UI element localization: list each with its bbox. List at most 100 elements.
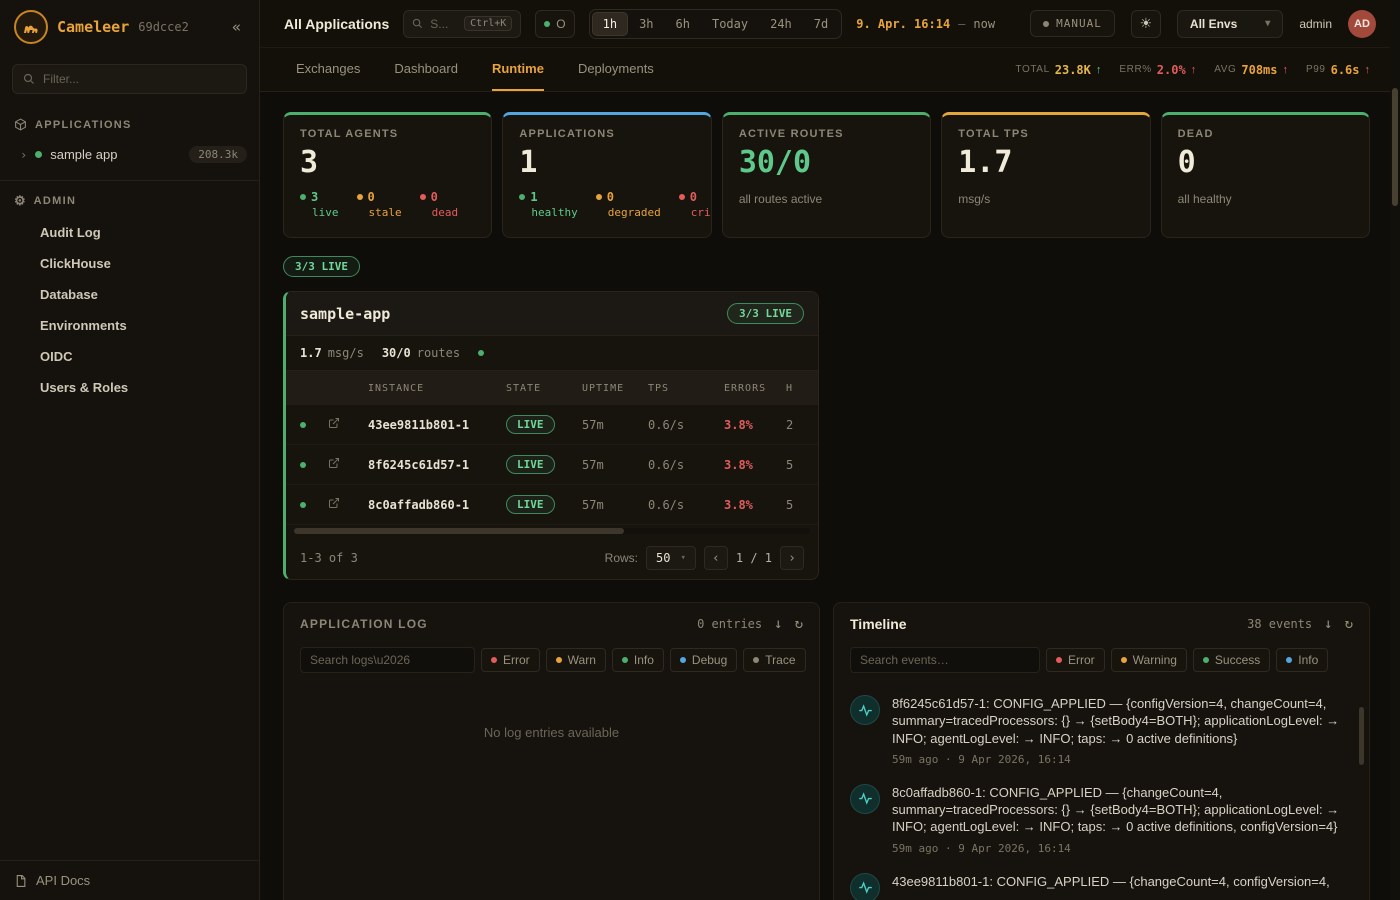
tab-deployments[interactable]: Deployments (578, 48, 654, 91)
log-filter-info[interactable]: Info (612, 648, 664, 672)
time-range-segment: 1h 3h 6h Today 24h 7d (589, 9, 843, 39)
timeline-filter-error[interactable]: Error (1046, 648, 1105, 672)
sun-icon: ☀ (1140, 15, 1153, 32)
refresh-icon[interactable]: ↻ (1345, 616, 1353, 632)
timeline-event[interactable]: 8f6245c61d57-1: CONFIG_APPLIED — {config… (850, 695, 1347, 766)
next-page-button[interactable]: › (780, 546, 804, 570)
sidebar-item-users-roles[interactable]: Users & Roles (0, 372, 259, 403)
top-bar: All Applications S... Ctrl+K O 1h 3h 6h … (260, 0, 1400, 48)
application-log-panel: APPLICATION LOG 0 entries ↓ ↻ Error Warn… (283, 602, 820, 900)
date-range-display[interactable]: 9. Apr. 16:14 — now (856, 17, 995, 31)
theme-toggle-button[interactable]: ☀ (1131, 10, 1161, 38)
timeline-panel: Timeline 38 events ↓ ↻ Error Warning Suc… (833, 602, 1370, 900)
global-search-input[interactable]: S... Ctrl+K (403, 10, 521, 38)
card-dead: DEAD 0 all healthy (1161, 112, 1370, 238)
download-icon[interactable]: ↓ (774, 616, 782, 632)
tabs-bar: Exchanges Dashboard Runtime Deployments … (260, 48, 1400, 92)
log-filter-warn[interactable]: Warn (546, 648, 606, 672)
sidebar-item-audit-log[interactable]: Audit Log (0, 217, 259, 248)
external-link-icon[interactable] (328, 457, 340, 469)
log-search-input[interactable] (300, 647, 475, 673)
rows-label: Rows: (605, 551, 638, 565)
state-badge: LIVE (506, 495, 555, 514)
range-7d-button[interactable]: 7d (803, 12, 839, 36)
timeline-filter-success[interactable]: Success (1193, 648, 1270, 672)
summary-stats: TOTAL 23.8K ↑ ERR% 2.0% ↑ AVG 708ms ↑ P9… (1015, 48, 1370, 91)
external-link-icon[interactable] (328, 417, 340, 429)
tab-exchanges[interactable]: Exchanges (296, 48, 360, 91)
content-area: TOTAL AGENTS 3 3live 0stale 0dead APPLIC… (260, 92, 1400, 900)
sidebar-item-sample-app[interactable]: › sample app 208.3k (0, 139, 259, 170)
range-today-button[interactable]: Today (701, 12, 759, 36)
timeline-filter-warning[interactable]: Warning (1111, 648, 1187, 672)
timeline-event[interactable]: 43ee9811b801-1: CONFIG_APPLIED — {change… (850, 873, 1347, 900)
activity-pulse-icon (850, 695, 880, 725)
activity-pulse-icon (850, 873, 880, 900)
log-filter-debug[interactable]: Debug (670, 648, 737, 672)
state-badge: LIVE (506, 415, 555, 434)
table-row[interactable]: 8f6245c61d57-1 LIVE 57m 0.6/s 3.8% 5 (286, 445, 818, 485)
refresh-icon[interactable]: ↻ (795, 616, 803, 632)
table-row[interactable]: 8c0affadb860-1 LIVE 57m 0.6/s 3.8% 5 (286, 485, 818, 525)
sidebar-item-api-docs[interactable]: API Docs (0, 860, 259, 900)
online-toggle[interactable]: O (535, 10, 574, 38)
rows-per-page-select[interactable]: 50 ▾ (646, 546, 696, 570)
divider (0, 180, 259, 181)
sidebar-item-clickhouse[interactable]: ClickHouse (0, 248, 259, 279)
admin-nav: Audit Log ClickHouse Database Environmen… (0, 217, 259, 403)
log-empty-state: No log entries available (284, 725, 819, 740)
sidebar-item-environments[interactable]: Environments (0, 310, 259, 341)
main-area: All Applications S... Ctrl+K O 1h 3h 6h … (260, 0, 1400, 900)
sample-app-card: sample-app 3/3 LIVE 1.7msg/s 30/0routes … (283, 291, 819, 580)
routes-status-dot (478, 350, 484, 356)
card-total-agents: TOTAL AGENTS 3 3live 0stale 0dead (283, 112, 492, 238)
page-title: All Applications (284, 16, 389, 32)
tab-runtime[interactable]: Runtime (492, 48, 544, 91)
tab-dashboard[interactable]: Dashboard (394, 48, 458, 91)
sidebar-item-oidc[interactable]: OIDC (0, 341, 259, 372)
bottom-panels: APPLICATION LOG 0 entries ↓ ↻ Error Warn… (283, 602, 1370, 900)
timeline-event[interactable]: 8c0affadb860-1: CONFIG_APPLIED — {change… (850, 784, 1347, 855)
prev-page-button[interactable]: ‹ (704, 546, 728, 570)
avatar[interactable]: AD (1348, 10, 1376, 38)
search-text: S... (430, 17, 448, 31)
keyboard-shortcut-badge: Ctrl+K (464, 16, 512, 31)
range-1h-button[interactable]: 1h (592, 12, 628, 36)
page-scrollbar[interactable] (1390, 0, 1400, 900)
stat-p99: P99 6.6s ↑ (1306, 63, 1370, 77)
manual-refresh-button[interactable]: MANUAL (1030, 10, 1115, 37)
horizontal-scrollbar[interactable] (294, 528, 810, 534)
page-indicator: 1 / 1 (736, 551, 772, 565)
sidebar-item-database[interactable]: Database (0, 279, 259, 310)
table-footer: 1-3 of 3 Rows: 50 ▾ ‹ 1 / 1 › (286, 537, 818, 579)
online-dot (544, 21, 550, 27)
timeline-filter-info[interactable]: Info (1276, 648, 1328, 672)
document-icon (14, 874, 27, 888)
chevron-down-icon: ▾ (1265, 18, 1270, 29)
range-6h-button[interactable]: 6h (665, 12, 701, 36)
sample-app-label: sample app (50, 147, 117, 162)
download-icon[interactable]: ↓ (1324, 616, 1332, 632)
range-from: 9. Apr. 16:14 (856, 17, 950, 31)
log-panel-title: APPLICATION LOG (300, 617, 428, 631)
sidebar-header: Cameleer 69dcce2 « (0, 0, 259, 54)
external-link-icon[interactable] (328, 497, 340, 509)
range-24h-button[interactable]: 24h (759, 12, 803, 36)
table-row[interactable]: 43ee9811b801-1 LIVE 57m 0.6/s 3.8% 2 (286, 405, 818, 445)
arrow-up-icon: ↑ (1283, 64, 1289, 76)
stat-avg: AVG 708ms ↑ (1214, 63, 1288, 77)
search-icon (412, 18, 423, 29)
timeline-scrollbar[interactable] (1359, 707, 1364, 765)
arrow-up-icon: ↑ (1096, 64, 1102, 76)
camel-logo-icon (14, 10, 48, 44)
section-admin: ⚙ ADMIN (0, 183, 259, 217)
log-filter-error[interactable]: Error (481, 648, 540, 672)
log-filter-trace[interactable]: Trace (743, 648, 805, 672)
sidebar-collapse-button[interactable]: « (226, 16, 247, 38)
range-3h-button[interactable]: 3h (628, 12, 664, 36)
gear-icon: ⚙ (14, 193, 26, 209)
arrow-up-icon: ↑ (1191, 64, 1197, 76)
sidebar-filter-input[interactable]: Filter... (12, 64, 247, 94)
timeline-search-input[interactable] (850, 647, 1040, 673)
environment-select[interactable]: All Envs ▾ (1177, 10, 1283, 38)
